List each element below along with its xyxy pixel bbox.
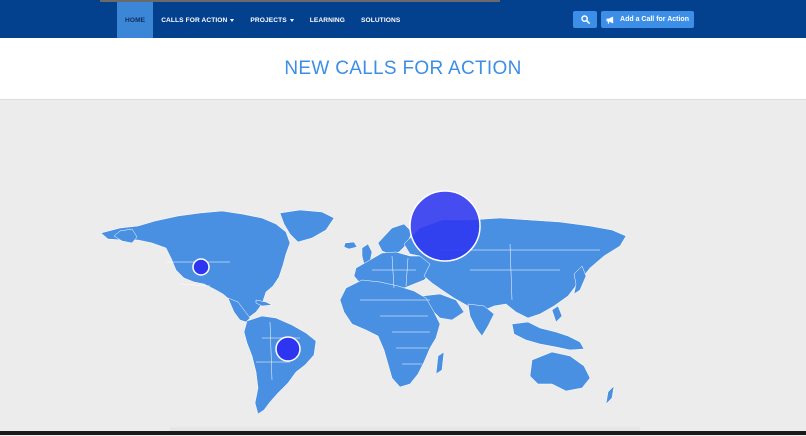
add-button-label: Add a Call for Action — [620, 16, 689, 23]
bubble-russia[interactable] — [409, 190, 481, 262]
world-map[interactable] — [0, 101, 806, 431]
bubble-united-states[interactable] — [192, 258, 210, 276]
region-philippines — [551, 305, 563, 323]
region-india — [467, 303, 495, 337]
nav-projects[interactable]: PROJECTS — [242, 2, 301, 38]
nav-home-label: HOME — [125, 16, 146, 24]
region-australia — [529, 351, 591, 392]
page-header: NEW CALLS FOR ACTION — [0, 38, 806, 100]
bubble-brazil[interactable] — [275, 336, 301, 362]
megaphone-icon — [606, 15, 614, 24]
caret-down-icon — [230, 18, 235, 22]
top-navbar: HOME CALLS FOR ACTION PROJECTS LEARNING … — [0, 0, 806, 38]
nav-calls-for-action[interactable]: CALLS FOR ACTION — [153, 2, 242, 38]
caret-down-icon — [289, 18, 294, 22]
search-button[interactable] — [573, 11, 597, 28]
nav-home[interactable]: HOME — [117, 2, 154, 38]
map-land — [100, 209, 627, 415]
nav-projects-label: PROJECTS — [250, 16, 287, 24]
region-iceland — [343, 241, 358, 250]
main-nav: HOME CALLS FOR ACTION PROJECTS LEARNING … — [117, 2, 408, 38]
region-new-zealand — [605, 385, 615, 405]
add-call-for-action-button[interactable]: Add a Call for Action — [601, 11, 694, 28]
region-scandinavia — [377, 223, 413, 255]
nav-calls-label: CALLS FOR ACTION — [161, 16, 228, 24]
window-bottom-edge — [0, 431, 806, 435]
nav-learning-label: LEARNING — [309, 16, 345, 24]
nav-solutions-label: SOLUTIONS — [360, 16, 401, 24]
search-icon — [580, 15, 590, 24]
region-south-america — [243, 315, 317, 415]
world-map-svg — [100, 190, 627, 415]
nav-solutions[interactable]: SOLUTIONS — [353, 2, 408, 38]
page-title: NEW CALLS FOR ACTION — [284, 57, 522, 79]
region-southeast-asia — [511, 321, 585, 351]
region-madagascar — [435, 351, 445, 375]
nav-learning[interactable]: LEARNING — [302, 2, 353, 38]
